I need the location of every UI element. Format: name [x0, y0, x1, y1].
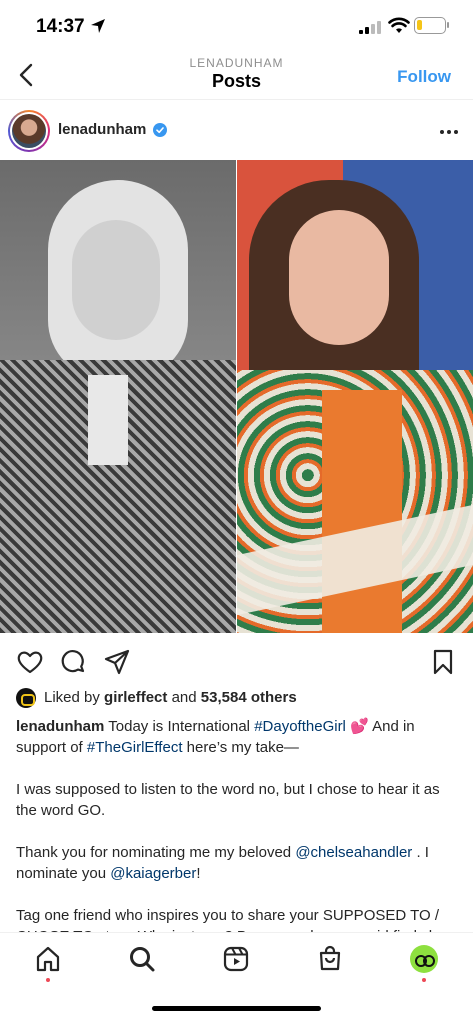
profile-avatar[interactable] [410, 945, 438, 973]
hashtag-thegirleffect[interactable]: #TheGirlEffect [87, 739, 183, 756]
follow-button[interactable]: Follow [397, 67, 451, 87]
photo-left-childhood [0, 160, 236, 633]
search-icon[interactable] [128, 945, 156, 973]
heart-icon[interactable] [16, 648, 44, 676]
nav-header: LENADUNHAM Posts Follow [0, 52, 473, 100]
status-bar: 14:37 [0, 0, 473, 52]
bookmark-icon[interactable] [429, 648, 457, 676]
shop-icon[interactable] [316, 945, 344, 973]
share-icon[interactable] [103, 648, 131, 676]
mention-kaiagerber[interactable]: @kaiagerber [110, 865, 196, 882]
verified-badge-icon [153, 123, 167, 137]
likes-count[interactable]: 53,584 others [201, 689, 297, 706]
caption-paragraph-1: lenadunham Today is International #Dayof… [16, 718, 415, 756]
liker-username[interactable]: girleffect [104, 689, 167, 706]
post-caption: lenadunham Today is International #Dayof… [16, 716, 461, 932]
profile-notification-dot [422, 978, 426, 982]
home-notification-dot [46, 978, 50, 982]
signal-icon [359, 21, 381, 34]
caption-paragraph-2: I was supposed to listen to the word no,… [16, 781, 440, 819]
liker-avatar [16, 688, 36, 708]
caption-paragraph-4: Tag one friend who inspires you to share… [16, 907, 450, 932]
status-time: 14:37 [36, 16, 85, 37]
post-username[interactable]: lenadunham [58, 121, 146, 138]
wifi-icon [388, 17, 410, 33]
location-arrow-icon [91, 19, 105, 33]
post-header: lenadunham [0, 106, 473, 156]
caption-paragraph-3: Thank you for nominating me my beloved @… [16, 844, 429, 882]
reels-icon[interactable] [222, 945, 250, 973]
mention-chelseahandler[interactable]: @chelseahandler [295, 844, 412, 861]
photo-right-adult [237, 160, 473, 633]
likes-text: Liked by girleffect and 53,584 others [44, 689, 297, 706]
post-actions [0, 642, 473, 682]
avatar-image [12, 114, 46, 148]
post-image[interactable] [0, 160, 473, 633]
home-indicator [152, 1006, 321, 1011]
avatar[interactable] [8, 110, 50, 152]
battery-icon [414, 17, 449, 34]
more-options-icon[interactable] [439, 122, 459, 142]
hashtag-dayofthegirl[interactable]: #DayoftheGirl [254, 718, 346, 735]
home-icon[interactable] [34, 945, 62, 973]
caption-username[interactable]: lenadunham [16, 718, 104, 735]
battery-level [417, 20, 422, 30]
two-hearts-emoji: 💕 [350, 718, 369, 735]
comment-icon[interactable] [59, 648, 87, 676]
